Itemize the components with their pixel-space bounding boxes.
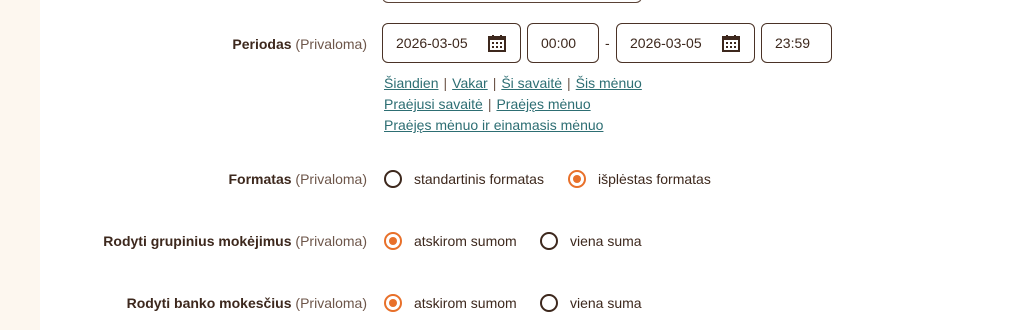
time-from-input[interactable]: 00:00 bbox=[527, 23, 599, 63]
time-to-input[interactable]: 23:59 bbox=[761, 23, 832, 63]
format-option-standard[interactable]: standartinis formatas bbox=[384, 170, 544, 188]
format-option-extended[interactable]: išplėstas formatas bbox=[568, 170, 711, 188]
range-separator: - bbox=[605, 35, 610, 51]
date-from-value: 2026-03-05 bbox=[396, 35, 468, 51]
quick-links-row-2: Praėjusi savaitė | Praėjęs mėnuo bbox=[384, 96, 591, 112]
radio-extended[interactable] bbox=[568, 170, 586, 188]
page-side-background bbox=[0, 0, 40, 330]
bank-fees-option-single[interactable]: viena suma bbox=[540, 294, 642, 312]
radio-single[interactable] bbox=[540, 294, 558, 312]
link-last-and-current-month[interactable]: Praėjęs mėnuo ir einamasis mėnuo bbox=[384, 117, 603, 133]
date-from-input[interactable]: 2026-03-05 bbox=[382, 23, 521, 63]
link-this-week[interactable]: Ši savaitė bbox=[501, 75, 562, 91]
calendar-icon[interactable] bbox=[488, 35, 506, 52]
group-payments-option-single[interactable]: viena suma bbox=[540, 232, 642, 250]
period-label: Periodas (Privaloma) bbox=[232, 36, 367, 52]
radio-single[interactable] bbox=[540, 232, 558, 250]
link-separator: | bbox=[487, 96, 492, 112]
group-payments-label: Rodyti grupinius mokėjimus (Privaloma) bbox=[103, 233, 367, 249]
radio-separate[interactable] bbox=[384, 294, 402, 312]
radio-standard[interactable] bbox=[384, 170, 402, 188]
quick-links-row-1: Šiandien | Vakar | Ši savaitė | Šis mėnuo bbox=[384, 75, 642, 91]
link-today[interactable]: Šiandien bbox=[384, 75, 439, 91]
link-separator: | bbox=[443, 75, 448, 91]
link-separator: | bbox=[492, 75, 497, 91]
bank-fees-label: Rodyti banko mokesčius (Privaloma) bbox=[126, 295, 367, 311]
link-separator: | bbox=[567, 75, 571, 91]
format-label: Formatas (Privaloma) bbox=[228, 171, 368, 187]
time-from-value: 00:00 bbox=[541, 35, 577, 51]
date-to-value: 2026-03-05 bbox=[630, 35, 702, 51]
date-to-input[interactable]: 2026-03-05 bbox=[616, 23, 755, 63]
link-last-month[interactable]: Praėjęs mėnuo bbox=[496, 96, 590, 112]
bank-fees-option-separate[interactable]: atskirom sumom bbox=[384, 294, 517, 312]
radio-separate[interactable] bbox=[384, 232, 402, 250]
link-yesterday[interactable]: Vakar bbox=[452, 75, 488, 91]
link-this-month[interactable]: Šis mėnuo bbox=[576, 75, 642, 91]
quick-links-row-3: Praėjęs mėnuo ir einamasis mėnuo bbox=[384, 117, 603, 133]
group-payments-option-separate[interactable]: atskirom sumom bbox=[384, 232, 517, 250]
link-last-week[interactable]: Praėjusi savaitė bbox=[384, 96, 483, 112]
calendar-icon[interactable] bbox=[722, 35, 740, 52]
time-to-value: 23:59 bbox=[775, 35, 811, 51]
previous-field-box[interactable] bbox=[382, 0, 642, 3]
